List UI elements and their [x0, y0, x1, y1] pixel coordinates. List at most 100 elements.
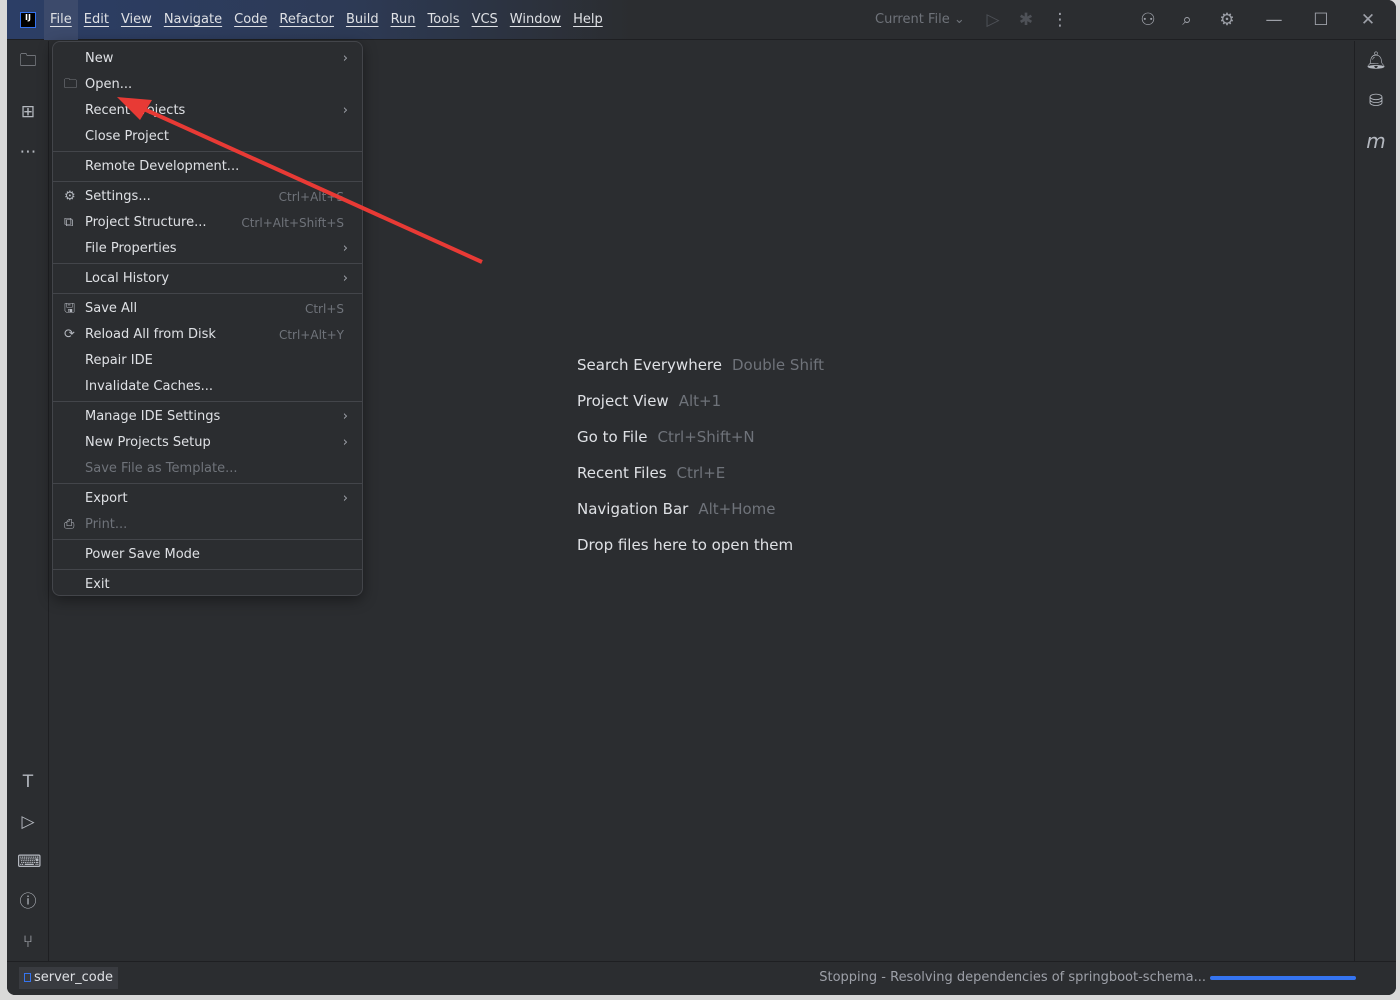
hint-text: Go to File: [577, 428, 648, 446]
reload-icon: ⟳: [64, 327, 75, 342]
save-icon: 🖫: [64, 301, 76, 316]
menu-item-new[interactable]: New ›: [53, 46, 362, 72]
gear-icon: ⚙: [64, 189, 76, 204]
menu-item-manage-ide-settings[interactable]: Manage IDE Settings ›: [53, 404, 362, 430]
database-icon[interactable]: ⛁: [1365, 90, 1387, 112]
debug-icon[interactable]: ✱: [1016, 10, 1036, 30]
hint-row: Recent Files Ctrl+E: [577, 464, 824, 500]
shortcut: Ctrl+S: [304, 302, 344, 316]
menu-code[interactable]: Code: [228, 0, 273, 40]
hint-row: Navigation Bar Alt+Home: [577, 500, 824, 536]
menu-item-label: Manage IDE Settings: [85, 409, 221, 424]
menu-item-open[interactable]: 🗀 Open...: [53, 72, 362, 98]
menu-item-label: Remote Development...: [85, 159, 240, 174]
menu-item-label: Local History: [85, 271, 170, 286]
menu-item-repair-ide[interactable]: Repair IDE: [53, 348, 362, 374]
close-icon[interactable]: ✕: [1358, 10, 1378, 30]
menu-item-power-save-mode[interactable]: Power Save Mode: [53, 542, 362, 568]
project-structure-icon: ⧉: [64, 215, 74, 230]
intellij-logo-icon[interactable]: IJ: [20, 11, 36, 28]
run-config-dropdown[interactable]: Current File ⌄: [875, 12, 965, 27]
menu-item-label: Close Project: [85, 129, 170, 144]
maximize-icon[interactable]: ☐: [1311, 10, 1331, 30]
left-tool-strip: 🗀 ⊞ ⋯ T ▷ ⌨ ⓘ ⑂: [7, 41, 49, 961]
menu-navigate[interactable]: Navigate: [158, 0, 228, 40]
empty-editor-hints: Search Everywhere Double Shift Project Vie…: [577, 356, 824, 572]
folder-icon: 🗀: [64, 77, 78, 92]
more-icon[interactable]: ⋮: [1050, 10, 1070, 30]
right-tool-strip: 🔔︎ ⛁ m: [1354, 41, 1396, 961]
menu-item-invalidate-caches[interactable]: Invalidate Caches...: [53, 374, 362, 400]
menu-item-new-projects-setup[interactable]: New Projects Setup ›: [53, 430, 362, 456]
separator: [53, 483, 362, 484]
separator: [53, 151, 362, 152]
progress-bar[interactable]: [1210, 976, 1356, 980]
module-icon: [24, 973, 31, 982]
title-bar: IJ File Edit View Navigate Code Refactor Build…: [7, 0, 1396, 40]
menu-item-file-properties[interactable]: File Properties ›: [53, 236, 362, 262]
menu-item-label: Settings...: [85, 189, 151, 204]
menu-view[interactable]: View: [115, 0, 158, 40]
menu-item-label: Invalidate Caches...: [85, 379, 214, 394]
menu-refactor[interactable]: Refactor: [273, 0, 340, 40]
separator: [53, 263, 362, 264]
settings-icon[interactable]: ⚙: [1217, 10, 1237, 30]
build-icon[interactable]: T: [17, 771, 39, 793]
menu-item-label: New Projects Setup: [85, 435, 211, 450]
menu-item-save-file-as-template[interactable]: Save File as Template...: [53, 456, 362, 482]
file-menu-dropdown: New › 🗀 Open... Recent Projects › Close Projec…: [52, 41, 363, 596]
menu-item-save-all[interactable]: 🖫 Save All Ctrl+S: [53, 296, 362, 322]
menu-item-remote-development[interactable]: Remote Development...: [53, 154, 362, 180]
maven-icon[interactable]: m: [1365, 130, 1387, 152]
menu-item-reload-all-from-disk[interactable]: ⟳ Reload All from Disk Ctrl+Alt+Y: [53, 322, 362, 348]
menu-run[interactable]: Run: [385, 0, 422, 40]
structure-icon[interactable]: ⊞: [17, 101, 39, 123]
menu-window[interactable]: Window: [504, 0, 567, 40]
menu-vcs[interactable]: VCS: [466, 0, 504, 40]
menu-item-settings[interactable]: ⚙ Settings... Ctrl+Alt+S: [53, 184, 362, 210]
chevron-right-icon: ›: [342, 491, 348, 506]
notifications-icon[interactable]: 🔔︎: [1365, 50, 1387, 72]
menu-item-label: Exit: [85, 577, 110, 592]
menu-item-project-structure[interactable]: ⧉ Project Structure... Ctrl+Alt+Shift+S: [53, 210, 362, 236]
menu-bar: File Edit View Navigate Code Refactor Build Run…: [44, 0, 609, 40]
hint-text: Drop files here to open them: [577, 536, 794, 554]
menu-item-label: Recent Projects: [85, 103, 186, 118]
menu-build[interactable]: Build: [340, 0, 385, 40]
menu-item-exit[interactable]: Exit: [53, 572, 362, 598]
menu-item-label: New: [85, 51, 114, 66]
menu-item-label: Open...: [85, 77, 133, 92]
project-folder-icon[interactable]: 🗀: [17, 50, 39, 72]
hint-text: Recent Files: [577, 464, 667, 482]
menu-item-export[interactable]: Export ›: [53, 486, 362, 512]
add-user-icon[interactable]: ⚇: [1138, 10, 1158, 30]
services-icon[interactable]: ▷: [17, 811, 39, 833]
menu-item-local-history[interactable]: Local History ›: [53, 266, 362, 292]
menu-item-close-project[interactable]: Close Project: [53, 124, 362, 150]
minimize-icon[interactable]: —: [1264, 10, 1284, 30]
menu-help[interactable]: Help: [567, 0, 609, 40]
separator: [53, 181, 362, 182]
menu-item-print[interactable]: ⎙ Print...: [53, 512, 362, 538]
menu-edit[interactable]: Edit: [78, 0, 115, 40]
print-icon: ⎙: [64, 517, 75, 532]
hint-text: Search Everywhere: [577, 356, 722, 374]
chevron-right-icon: ›: [342, 409, 348, 424]
menu-file[interactable]: File: [44, 0, 78, 40]
hint-shortcut: Alt+1: [678, 392, 722, 410]
menu-item-label: Power Save Mode: [85, 547, 200, 562]
more-tools-icon[interactable]: ⋯: [17, 141, 39, 163]
menu-tools[interactable]: Tools: [422, 0, 466, 40]
run-icon[interactable]: ▷: [983, 10, 1003, 30]
menu-item-recent-projects[interactable]: Recent Projects ›: [53, 98, 362, 124]
git-icon[interactable]: ⑂: [17, 931, 39, 953]
project-breadcrumb[interactable]: server_code: [19, 967, 119, 989]
problems-icon[interactable]: ⓘ: [17, 891, 39, 913]
hint-shortcut: Ctrl+Shift+N: [657, 428, 755, 446]
terminal-icon[interactable]: ⌨: [17, 851, 42, 873]
background-task-status[interactable]: Stopping - Resolving dependencies of spr…: [819, 970, 1206, 985]
hint-shortcut: Ctrl+E: [676, 464, 726, 482]
status-bar: server_code Stopping - Resolving depende…: [7, 961, 1396, 995]
hint-shortcut: Double Shift: [732, 356, 825, 374]
search-icon[interactable]: ⌕: [1177, 10, 1197, 30]
